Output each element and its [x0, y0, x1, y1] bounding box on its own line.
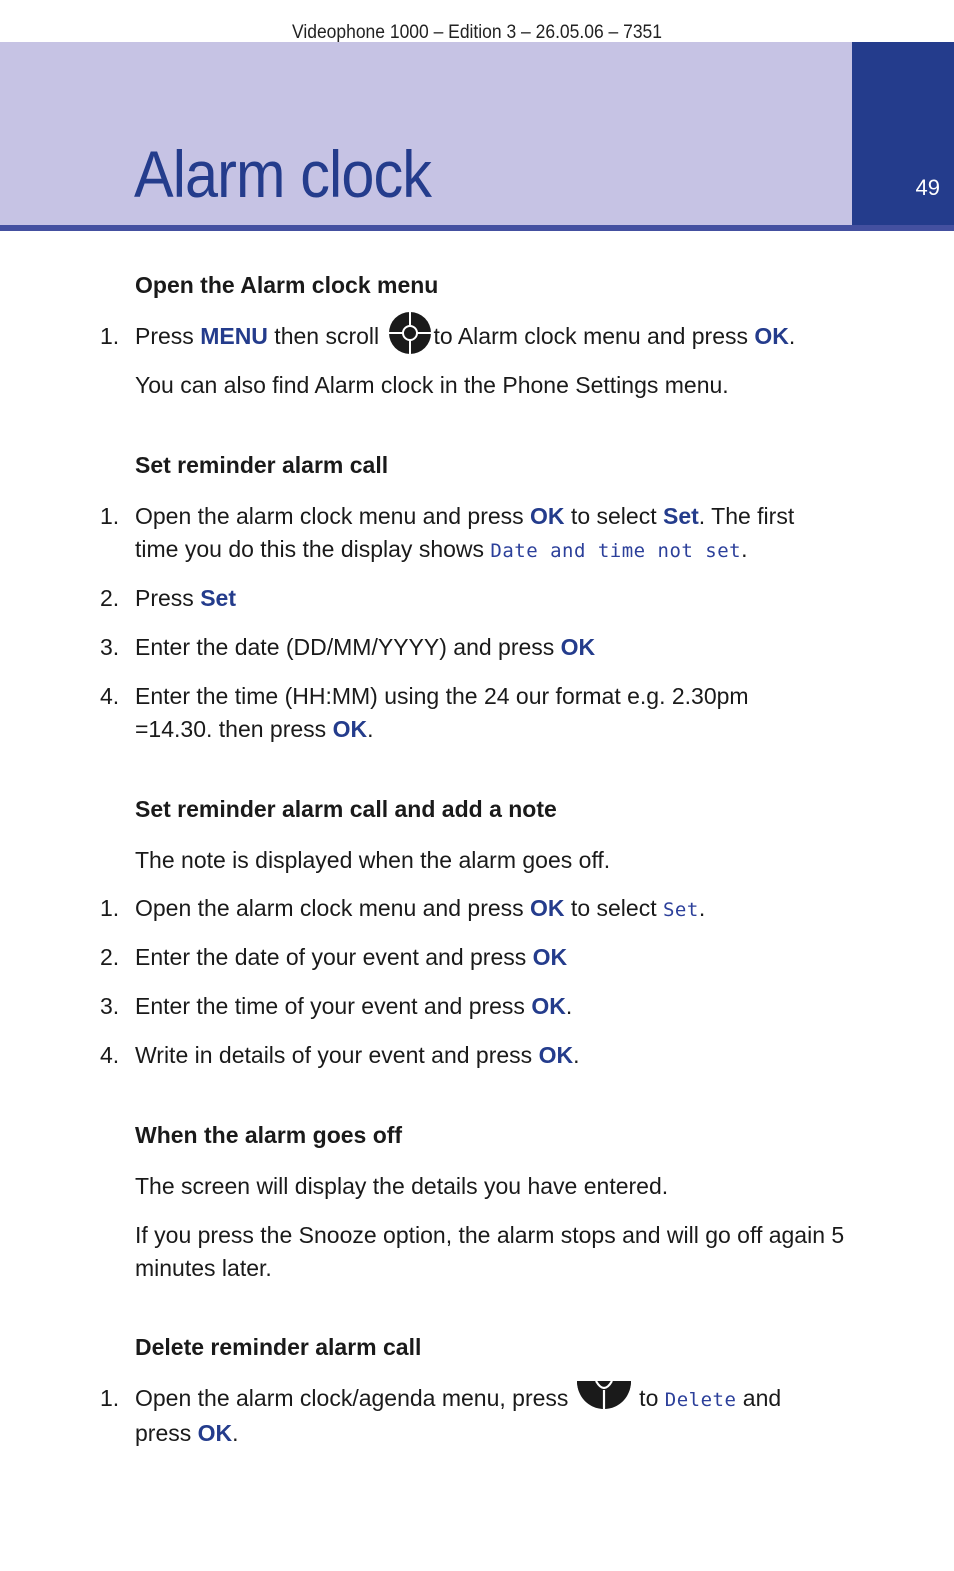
step-number: 3.: [100, 634, 120, 660]
ok-key-label: OK: [532, 944, 568, 970]
text-fragment: Write in details of your event and press: [135, 1042, 539, 1068]
display-option-set: Set: [662, 899, 699, 921]
step-set-reminder-3: 3. Enter the date (DD/MM/YYYY) and press…: [100, 631, 855, 664]
step-text: Press Set: [135, 582, 855, 615]
section-heading-delete-reminder: Delete reminder alarm call: [135, 1334, 422, 1360]
ok-key-label: OK: [754, 323, 789, 349]
text-fragment: press: [135, 1420, 198, 1446]
step-number: 1.: [100, 1385, 120, 1411]
ok-key-label: OK: [531, 993, 566, 1019]
header-rule: [0, 225, 954, 231]
set-key-label: Set: [200, 585, 236, 611]
text-fragment: =14.30. then press: [135, 716, 333, 742]
text-fragment: Press: [135, 585, 201, 611]
section-heading-open-menu: Open the Alarm clock menu: [135, 272, 439, 298]
text-fragment: .: [367, 716, 374, 742]
text-fragment: Open the alarm clock menu and press: [135, 895, 531, 921]
text-fragment: to select: [564, 503, 663, 529]
text-fragment: Enter the time of your event and press: [135, 993, 532, 1019]
text-fragment: .: [565, 993, 573, 1019]
step-text: Open the alarm clock/agenda menu, press …: [135, 1379, 855, 1450]
page-title: Alarm clock: [134, 137, 432, 211]
text-fragment: and: [736, 1385, 782, 1411]
step-number: 3.: [100, 993, 120, 1019]
step-number: 2.: [100, 585, 120, 611]
step-text: Enter the date of your event and press O…: [135, 941, 855, 974]
step-number: 4.: [100, 683, 120, 709]
step-number: 1.: [100, 895, 120, 921]
step-add-note-4: 4. Write in details of your event and pr…: [100, 1039, 855, 1072]
step-text: Press MENU then scroll to Alarm clock me…: [135, 311, 855, 355]
text-fragment: .: [232, 1420, 239, 1446]
text-fragment: to select: [564, 895, 663, 921]
down-navigation-key-icon: [576, 1379, 631, 1409]
step-set-reminder-4: 4. Enter the time (HH:MM) using the 24 o…: [100, 680, 855, 746]
step-open-menu-1: 1. Press MENU then scroll to Alarm clock…: [100, 311, 855, 355]
navigation-pad-icon: [388, 311, 432, 355]
text-fragment: . The first: [698, 503, 795, 529]
ok-key-label: OK: [538, 1042, 574, 1068]
paragraph: The screen will display the details you …: [135, 1173, 669, 1199]
step-delete-reminder-1: 1. Open the alarm clock/agenda menu, pre…: [100, 1379, 855, 1450]
step-number: 2.: [100, 944, 120, 970]
text-fragment: .: [573, 1042, 580, 1068]
ok-key-label: OK: [530, 503, 565, 529]
section-heading-alarm-goes-off: When the alarm goes off: [135, 1122, 403, 1148]
text-fragment: then scroll: [267, 323, 386, 349]
step-text: Enter the date (DD/MM/YYYY) and press OK: [135, 631, 855, 664]
ok-key-label: OK: [332, 716, 368, 742]
step-add-note-3: 3. Enter the time of your event and pres…: [100, 990, 855, 1023]
step-add-note-2: 2. Enter the date of your event and pres…: [100, 941, 855, 974]
section-heading-set-reminder: Set reminder alarm call: [135, 452, 389, 478]
step-number: 1.: [100, 503, 120, 529]
text-fragment: Enter the date (DD/MM/YYYY) and press: [135, 634, 561, 660]
text-fragment: .: [698, 895, 706, 921]
section-heading-add-note: Set reminder alarm call and add a note: [135, 796, 557, 822]
step-set-reminder-2: 2. Press Set: [100, 582, 855, 615]
menu-key-label: MENU: [200, 323, 268, 349]
step-text: Open the alarm clock menu and press OK t…: [135, 500, 855, 568]
text-fragment: Enter the date of your event and press: [135, 944, 533, 970]
text-fragment: Open the alarm clock menu and press: [135, 503, 531, 529]
step-number: 4.: [100, 1042, 120, 1068]
display-option-delete: Delete: [664, 1389, 737, 1411]
text-fragment: .: [788, 323, 796, 349]
step-set-reminder-1: 1. Open the alarm clock menu and press O…: [100, 500, 855, 568]
running-head: Videophone 1000 – Edition 3 – 26.05.06 –…: [291, 22, 663, 43]
ok-key-label: OK: [530, 895, 565, 921]
set-key-label: Set: [662, 503, 699, 529]
paragraph: If you press the Snooze option, the alar…: [135, 1222, 845, 1281]
note-text: You can also find Alarm clock in the Pho…: [135, 372, 729, 398]
text-fragment: Enter the time (HH:MM) using the 24 our …: [135, 683, 749, 709]
text-fragment: Press: [135, 323, 201, 349]
ok-key-label: OK: [560, 634, 596, 660]
step-add-note-1: 1. Open the alarm clock menu and press O…: [100, 892, 855, 927]
step-text: Open the alarm clock menu and press OK t…: [135, 892, 855, 927]
step-number: 1.: [100, 323, 120, 349]
step-text: Enter the time (HH:MM) using the 24 our …: [135, 680, 855, 746]
step-text: Write in details of your event and press…: [135, 1039, 855, 1072]
text-fragment: Open the alarm clock/agenda menu, press: [135, 1385, 575, 1411]
text-fragment: to Alarm clock menu and press: [433, 323, 755, 349]
display-message: Date and time not set: [490, 540, 742, 562]
intro-text: The note is displayed when the alarm goe…: [135, 847, 611, 873]
page-number: 49: [915, 175, 940, 200]
text-fragment: .: [741, 536, 748, 562]
text-fragment: to: [632, 1385, 665, 1411]
ok-key-label: OK: [197, 1420, 233, 1446]
text-fragment: time you do this the display shows: [135, 536, 491, 562]
step-text: Enter the time of your event and press O…: [135, 990, 855, 1023]
